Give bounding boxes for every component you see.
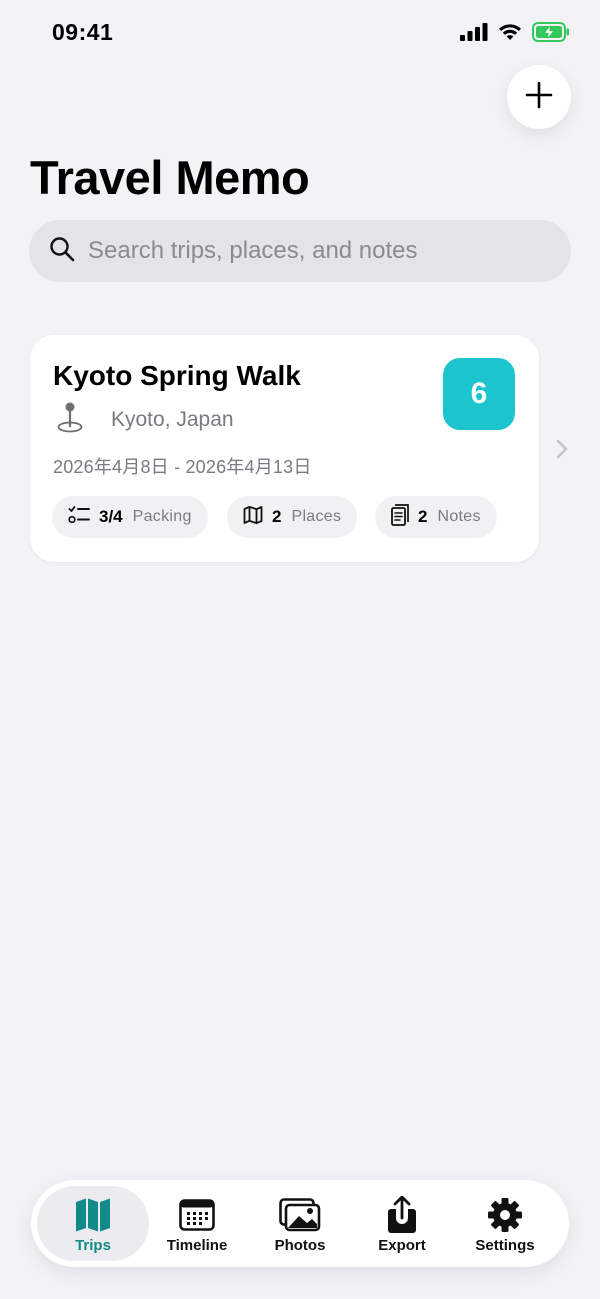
- packing-chip[interactable]: 3/4 Packing: [52, 496, 208, 538]
- notes-chip[interactable]: 2 Notes: [375, 496, 497, 538]
- notes-label: Notes: [437, 508, 481, 525]
- map-icon: [75, 1197, 111, 1233]
- battery-charging-icon: [532, 22, 570, 47]
- places-value: 2: [272, 507, 282, 526]
- packing-value: 3/4: [99, 507, 123, 526]
- checklist-icon: [68, 505, 90, 530]
- plus-icon: [525, 81, 553, 114]
- add-trip-button[interactable]: [507, 65, 571, 129]
- screen: 09:41 Travel Memo Search trips, places, …: [0, 0, 600, 1299]
- trip-title: Kyoto Spring Walk: [53, 360, 301, 391]
- trip-location: Kyoto, Japan: [56, 401, 234, 438]
- search-icon: [49, 236, 75, 267]
- calendar-icon: [179, 1197, 215, 1233]
- notes-icon: [391, 503, 409, 531]
- wifi-icon: [498, 23, 522, 46]
- tab-label: Trips: [75, 1237, 111, 1254]
- tab-label: Photos: [274, 1237, 326, 1254]
- tab-photos[interactable]: Photos: [244, 1186, 356, 1261]
- notes-value: 2: [418, 507, 428, 526]
- trip-dates: 2026年4月8日 - 2026年4月13日: [53, 457, 312, 477]
- tab-timeline[interactable]: Timeline: [141, 1186, 253, 1261]
- tab-label: Timeline: [166, 1237, 228, 1254]
- tab-settings[interactable]: Settings: [449, 1186, 561, 1261]
- tab-label: Export: [378, 1237, 426, 1254]
- trip-card[interactable]: Kyoto Spring Walk Kyoto, Japan 2026年4月8日…: [30, 335, 539, 562]
- tab-trips[interactable]: Trips: [37, 1186, 149, 1261]
- trip-days-badge: 6: [443, 358, 515, 430]
- cellular-signal-icon: [460, 23, 488, 46]
- tab-export[interactable]: Export: [346, 1186, 458, 1261]
- map-icon: [243, 505, 263, 530]
- tab-label: Settings: [475, 1237, 535, 1254]
- share-icon: [386, 1196, 418, 1233]
- places-chip[interactable]: 2 Places: [227, 496, 358, 538]
- page-title: Travel Memo: [30, 151, 310, 204]
- gear-icon: [487, 1197, 523, 1233]
- trip-location-text: Kyoto, Japan: [111, 407, 234, 431]
- status-time: 09:41: [52, 19, 114, 45]
- search-input[interactable]: [88, 231, 571, 271]
- status-bar: 09:41: [0, 0, 600, 66]
- chevron-right-icon[interactable]: [555, 438, 569, 465]
- packing-label: Packing: [132, 508, 192, 525]
- search-bar[interactable]: [29, 220, 571, 282]
- places-label: Places: [291, 508, 342, 525]
- status-icons: [460, 22, 570, 47]
- tab-bar: Trips Timeline Photos Export Settings: [31, 1180, 569, 1267]
- location-pin-icon: [56, 401, 84, 438]
- photos-icon: [279, 1197, 321, 1233]
